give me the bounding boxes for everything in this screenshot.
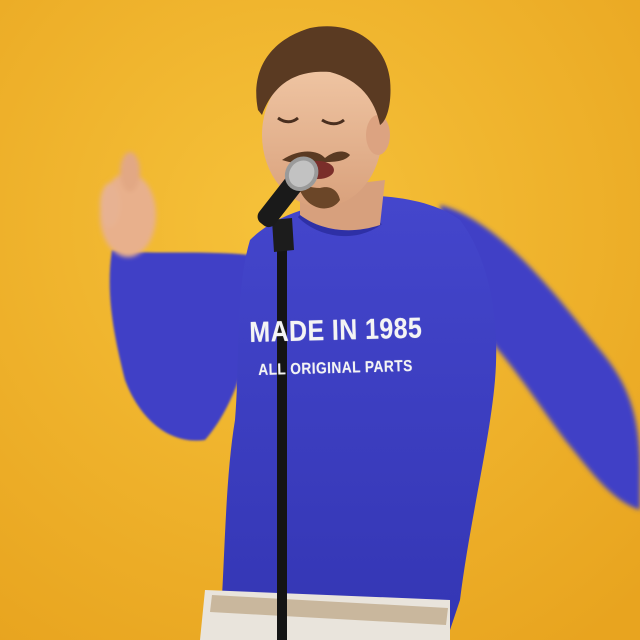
ear — [366, 115, 390, 155]
photo-frame: MADE IN 1985 ALL ORIGINAL PARTS — [0, 0, 640, 640]
sweater-body — [220, 196, 497, 630]
mic-stand-pole — [277, 220, 287, 640]
shirt-print-line1: MADE IN 1985 — [249, 312, 423, 349]
